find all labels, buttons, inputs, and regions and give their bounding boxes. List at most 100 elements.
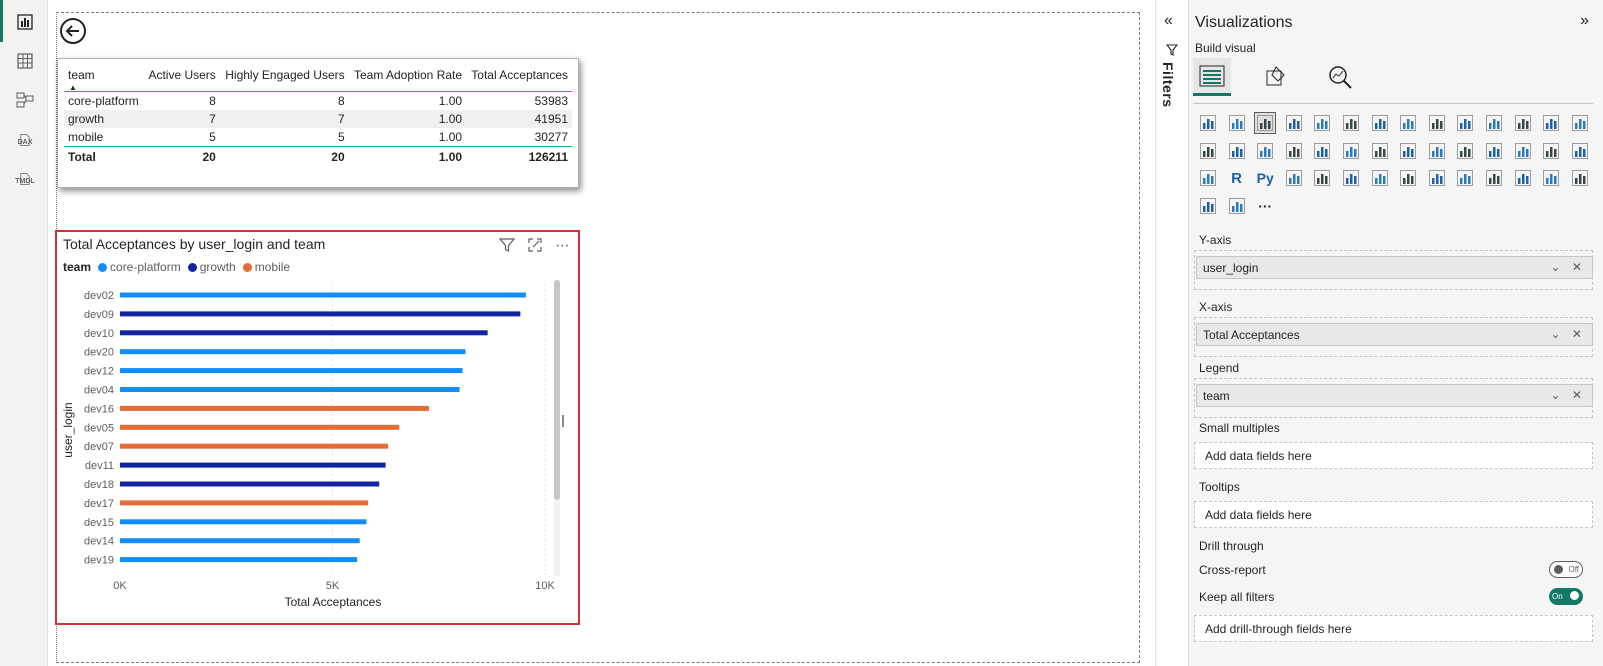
line-and-stacked-column-chart-icon[interactable] <box>1483 112 1505 134</box>
r-script-visual-icon[interactable]: R <box>1226 167 1248 189</box>
table-view-icon[interactable] <box>14 50 36 72</box>
field-controls[interactable]: ⌄ ✕ <box>1551 388 1586 402</box>
100-stacked-bar-chart-icon[interactable] <box>1311 112 1333 134</box>
bar-dev14[interactable] <box>120 538 360 544</box>
treemap-icon[interactable] <box>1311 140 1333 162</box>
bar-dev18[interactable] <box>120 481 380 487</box>
stacked-area-chart-icon[interactable] <box>1426 112 1448 134</box>
qa-visual-icon[interactable] <box>1340 167 1362 189</box>
table-icon[interactable] <box>1569 140 1591 162</box>
slicer-icon[interactable] <box>1540 140 1562 162</box>
y-axis-field[interactable]: user_login ⌄ ✕ <box>1196 256 1593 279</box>
gauge-icon[interactable] <box>1426 140 1448 162</box>
build-visual-tab[interactable] <box>1193 58 1231 96</box>
column-header-adoption-rate[interactable]: Team Adoption Rate <box>348 63 467 92</box>
line-chart-icon[interactable] <box>1369 112 1391 134</box>
model-view-icon[interactable] <box>14 89 36 111</box>
dax-query-view-icon[interactable]: DAX <box>14 128 36 150</box>
kpi-icon[interactable] <box>1512 140 1534 162</box>
donut-chart-icon[interactable] <box>1283 140 1305 162</box>
filters-pane-collapsed[interactable]: « Filters <box>1155 0 1189 666</box>
bar-dev20[interactable] <box>120 349 466 355</box>
back-arrow-icon[interactable] <box>59 17 87 45</box>
x-axis-field[interactable]: Total Acceptances ⌄ ✕ <box>1196 323 1593 346</box>
100-stacked-column-chart-icon[interactable] <box>1340 112 1362 134</box>
multi-row-card-icon[interactable] <box>1483 140 1505 162</box>
column-header-highly-engaged[interactable]: Highly Engaged Users <box>219 63 349 92</box>
power-apps-icon[interactable] <box>1197 195 1219 217</box>
legend-field[interactable]: team ⌄ ✕ <box>1196 384 1593 407</box>
waterfall-chart-icon[interactable] <box>1569 112 1591 134</box>
bar-dev11[interactable] <box>120 462 386 468</box>
analytics-tab[interactable] <box>1321 58 1359 96</box>
bar-chart-visual[interactable]: Total Acceptances by user_login and team… <box>55 230 580 625</box>
small-multiples-dropzone[interactable]: Add data fields here <box>1194 442 1593 469</box>
area-chart-icon[interactable] <box>1397 112 1419 134</box>
scatter-chart-icon[interactable] <box>1226 140 1248 162</box>
ribbon-chart-icon[interactable] <box>1540 112 1562 134</box>
key-influencers-icon[interactable] <box>1283 167 1305 189</box>
bar-dev16[interactable] <box>120 405 429 411</box>
pane-title: Visualizations <box>1195 14 1293 31</box>
y-tick-label: dev10 <box>84 328 114 340</box>
cross-report-toggle[interactable]: Off <box>1549 561 1583 578</box>
more-visuals-icon[interactable]: ··· <box>1254 195 1276 217</box>
decomposition-tree-icon[interactable] <box>1311 167 1333 189</box>
column-header-team[interactable]: team ▲ <box>64 63 144 92</box>
table-cell: 1.00 <box>438 93 463 108</box>
tmdl-view-icon[interactable]: TMDL <box>14 167 36 189</box>
new-slicer-icon[interactable] <box>1512 167 1534 189</box>
filled-map-icon[interactable] <box>1369 140 1391 162</box>
bar-dev07[interactable] <box>120 443 389 449</box>
matrix-icon[interactable] <box>1197 167 1219 189</box>
smart-narrative-icon[interactable] <box>1369 167 1391 189</box>
paginated-report-icon[interactable] <box>1397 167 1419 189</box>
collapse-pane-icon[interactable]: » <box>1580 12 1589 30</box>
tooltips-dropzone[interactable]: Add data fields here <box>1194 501 1593 528</box>
column-header-total-acceptances[interactable]: Total Acceptances <box>466 63 572 92</box>
expand-filters-icon[interactable]: « <box>1164 12 1173 30</box>
bar-dev02[interactable] <box>120 292 526 298</box>
field-controls[interactable]: ⌄ ✕ <box>1551 327 1586 341</box>
scrollbar-thumb[interactable] <box>554 280 560 500</box>
bar-dev05[interactable] <box>120 424 400 430</box>
stacked-column-chart-icon[interactable] <box>1226 112 1248 134</box>
pie-chart-icon[interactable] <box>1254 140 1276 162</box>
report-view-icon[interactable] <box>14 11 36 33</box>
bar-dev04[interactable] <box>120 387 460 392</box>
bar-dev17[interactable] <box>120 500 369 506</box>
keep-filters-toggle[interactable]: On <box>1549 588 1583 605</box>
y-tick-label: dev17 <box>84 498 114 510</box>
clustered-column-chart-icon[interactable] <box>1283 112 1305 134</box>
bar-dev12[interactable] <box>120 368 463 374</box>
funnel-chart-icon[interactable] <box>1197 140 1219 162</box>
format-visual-tab[interactable] <box>1257 58 1295 96</box>
column-header-active-users[interactable]: Active Users <box>143 63 220 92</box>
100-stacked-area-chart-icon[interactable] <box>1454 112 1476 134</box>
table-cell: 7 <box>143 109 220 128</box>
table-row[interactable]: core-platform 8 8 1.00 53983 <box>64 91 572 110</box>
python-visual-icon[interactable]: Py <box>1254 167 1276 189</box>
button-slicer-icon[interactable] <box>1540 167 1562 189</box>
card-icon[interactable] <box>1454 140 1476 162</box>
map-icon[interactable] <box>1340 140 1362 162</box>
power-automate-icon[interactable] <box>1454 167 1476 189</box>
power-automate-flow-icon[interactable] <box>1226 195 1248 217</box>
custom-visual-icon[interactable] <box>1569 167 1591 189</box>
table-visual[interactable]: team ▲ Active Users Highly Engaged Users … <box>57 58 579 188</box>
line-and-clustered-column-chart-icon[interactable] <box>1512 112 1534 134</box>
table-row[interactable]: mobile 5 5 1.00 30277 <box>64 128 572 147</box>
bar-dev15[interactable] <box>120 519 367 525</box>
active-view-indicator <box>0 0 3 42</box>
bar-dev19[interactable] <box>120 557 358 563</box>
table-row[interactable]: growth 7 7 1.00 41951 <box>64 109 572 128</box>
bar-dev09[interactable] <box>120 311 521 317</box>
azure-map-icon[interactable] <box>1397 140 1419 162</box>
new-card-icon[interactable] <box>1483 167 1505 189</box>
clustered-bar-chart-icon[interactable] <box>1254 112 1277 134</box>
field-controls[interactable]: ⌄ ✕ <box>1551 260 1586 274</box>
bar-dev10[interactable] <box>120 330 488 336</box>
metrics-icon[interactable] <box>1426 167 1448 189</box>
stacked-bar-chart-icon[interactable] <box>1197 112 1219 134</box>
drill-through-dropzone[interactable]: Add drill-through fields here <box>1194 615 1593 642</box>
